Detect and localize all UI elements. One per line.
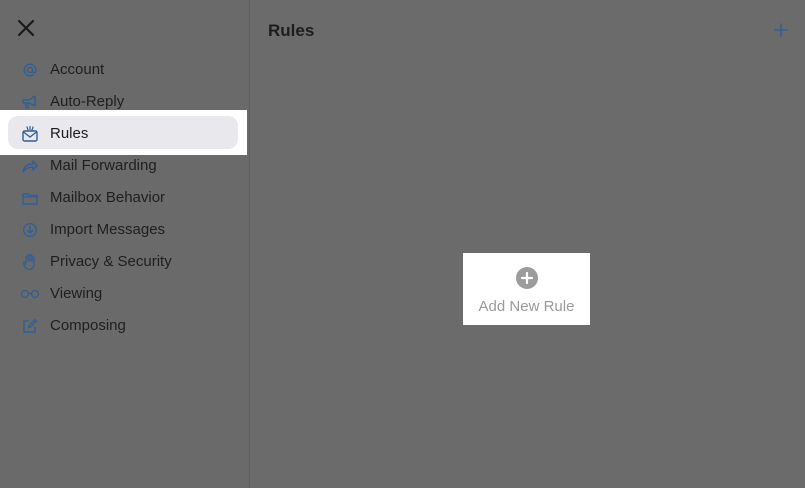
plus-circle-icon — [516, 267, 538, 289]
sidebar-item-label: Mail Forwarding — [50, 157, 157, 174]
rules-panel: Rules Add New Rule — [250, 0, 805, 488]
sidebar-item-privacy-security[interactable]: Privacy & Security — [0, 246, 249, 278]
folder-icon — [20, 189, 40, 207]
sidebar-item-label: Import Messages — [50, 221, 166, 238]
sidebar-item-label: Composing — [50, 317, 126, 334]
sidebar-item-label: Mailbox Behavior — [50, 189, 166, 206]
sidebar-item-label: Account — [50, 61, 105, 78]
sidebar-item-mail-forwarding[interactable]: Mail Forwarding — [0, 150, 249, 182]
sidebar-nav: Account Auto-Reply Rules Mail Forwarding… — [0, 54, 249, 342]
add-new-rule-button[interactable]: Add New Rule — [463, 253, 590, 325]
add-rule-button[interactable] — [773, 22, 789, 38]
at-icon — [20, 61, 40, 79]
megaphone-icon — [20, 93, 40, 111]
sidebar-item-label: Auto-Reply — [50, 93, 125, 110]
import-download-icon — [20, 221, 40, 239]
sidebar-item-label: Rules — [50, 125, 89, 142]
close-icon — [17, 19, 35, 37]
settings-window: Account Auto-Reply Rules Mail Forwarding… — [0, 0, 805, 488]
sidebar-item-composing[interactable]: Composing — [0, 310, 249, 342]
sidebar-item-viewing[interactable]: Viewing — [0, 278, 249, 310]
compose-icon — [20, 317, 40, 335]
plus-icon — [774, 23, 788, 37]
glasses-icon — [20, 285, 40, 303]
hand-icon — [20, 253, 40, 271]
sidebar-item-import-messages[interactable]: Import Messages — [0, 214, 249, 246]
sidebar-item-mailbox-behavior[interactable]: Mailbox Behavior — [0, 182, 249, 214]
sidebar-item-label: Viewing — [50, 285, 103, 302]
close-button[interactable] — [14, 16, 38, 40]
page-title: Rules — [268, 21, 315, 40]
sidebar-item-rules[interactable]: Rules — [0, 118, 249, 150]
rules-envelope-icon — [20, 125, 40, 143]
sidebar-item-account[interactable]: Account — [0, 54, 249, 86]
sidebar-item-auto-reply[interactable]: Auto-Reply — [0, 86, 249, 118]
forward-arrow-icon — [20, 157, 40, 175]
sidebar: Account Auto-Reply Rules Mail Forwarding… — [0, 0, 250, 488]
sidebar-item-label: Privacy & Security — [50, 253, 172, 270]
add-new-rule-label: Add New Rule — [478, 298, 575, 315]
